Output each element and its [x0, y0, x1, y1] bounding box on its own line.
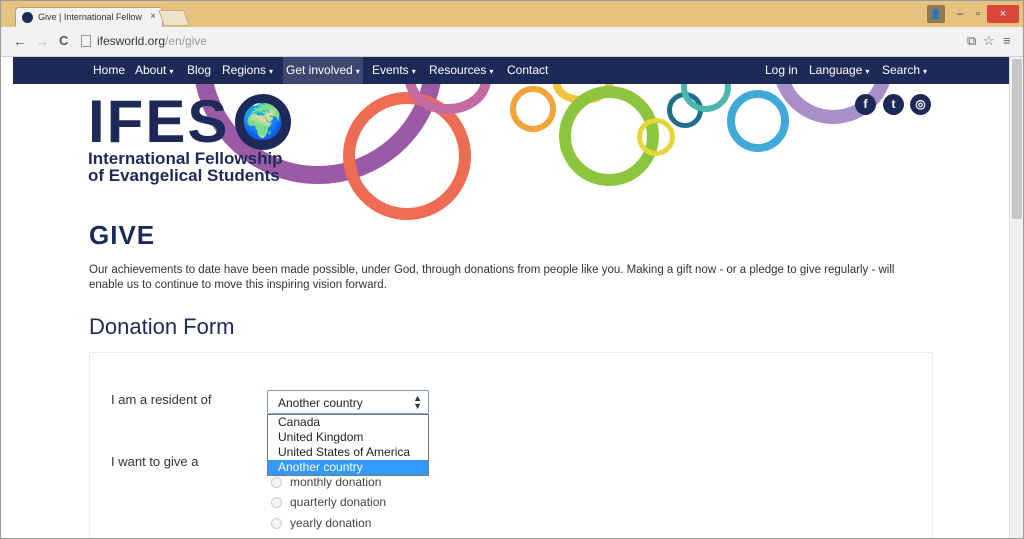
dropdown-option[interactable]: United States of America — [268, 445, 428, 460]
user-profile-icon[interactable]: 👤 — [927, 5, 945, 23]
page-scrollbar[interactable] — [1009, 57, 1023, 538]
close-window-button[interactable]: × — [987, 5, 1019, 23]
facebook-icon[interactable]: f — [855, 94, 876, 115]
reload-icon[interactable]: C — [59, 33, 68, 48]
dropdown-option[interactable]: United Kingdom — [268, 430, 428, 445]
radio-circle[interactable] — [271, 477, 282, 488]
maximize-button[interactable]: ▫ — [969, 5, 987, 23]
banner-ring — [510, 86, 556, 132]
select-arrows-icon: ▲ ▼ — [413, 393, 422, 411]
nav-regions[interactable]: Regions ▾ — [222, 57, 273, 84]
browser-toolbar: ← → C ifesworld.org/en/give ⧉ ☆ ≡ — [1, 27, 1023, 57]
nav-events[interactable]: Events ▾ — [372, 57, 416, 84]
url-host: ifesworld.org — [97, 34, 166, 48]
new-tab-button[interactable] — [158, 10, 190, 26]
back-icon[interactable]: ← — [13, 33, 27, 49]
nav-search[interactable]: Search ▾ — [882, 57, 927, 84]
radio-monthly[interactable]: monthly donation — [271, 475, 381, 489]
globe-logo-icon: 🌍 — [235, 94, 291, 150]
forward-icon[interactable]: → — [35, 33, 49, 49]
donation-form-card — [89, 352, 933, 538]
nav-login[interactable]: Log in — [765, 57, 798, 84]
nav-about[interactable]: About ▾ — [135, 57, 173, 84]
nav-resources[interactable]: Resources ▾ — [429, 57, 493, 84]
radio-quarterly[interactable]: quarterly donation — [271, 495, 386, 509]
ifes-logo[interactable]: IFES — [88, 92, 229, 152]
resident-label: I am a resident of — [111, 392, 212, 407]
browser-window: Give | International Fellow × 👤 – ▫ × ← … — [0, 0, 1024, 539]
page-content: IFES 🌍 International Fellowship of Evang… — [13, 84, 1009, 538]
minimize-button[interactable]: – — [951, 5, 969, 23]
page-title: GIVE — [89, 220, 156, 250]
banner-ring — [637, 118, 675, 156]
browser-tab[interactable]: Give | International Fellow × — [15, 7, 163, 27]
form-title: Donation Form — [89, 314, 235, 339]
banner-ring — [727, 90, 789, 152]
bookmark-star-icon[interactable]: ☆ — [983, 33, 995, 49]
resident-select-value: Another country — [278, 396, 363, 410]
favicon-icon — [22, 12, 33, 23]
site-navbar: Home About ▾ Blog Regions ▾ Get involved ▾ … — [13, 57, 1009, 84]
nav-get-involved[interactable]: Get involved ▾ — [283, 57, 363, 84]
tab-strip: Give | International Fellow × 👤 – ▫ × — [1, 1, 1023, 27]
twitter-icon[interactable]: t — [883, 94, 904, 115]
instagram-icon[interactable]: ◎ — [910, 94, 931, 115]
nav-blog[interactable]: Blog — [187, 57, 211, 84]
nav-language[interactable]: Language ▾ — [809, 57, 869, 84]
intro-text: Our achievements to date have been made … — [89, 264, 895, 291]
address-bar[interactable]: ifesworld.org/en/give — [81, 32, 961, 52]
tab-title: Give | International Fellow — [38, 12, 142, 22]
dropdown-option-selected[interactable]: Another country — [268, 460, 428, 475]
radio-yearly[interactable]: yearly donation — [271, 516, 371, 530]
resident-select[interactable]: Another country ▲ ▼ — [267, 390, 429, 414]
translate-icon[interactable]: ⧉ — [967, 33, 976, 49]
nav-contact[interactable]: Contact — [507, 57, 548, 84]
tab-close-icon[interactable]: × — [150, 11, 156, 22]
scrollbar-thumb[interactable] — [1012, 59, 1022, 219]
dropdown-option[interactable]: Canada — [268, 415, 428, 430]
resident-dropdown: Canada United Kingdom United States of A… — [267, 414, 429, 476]
menu-icon[interactable]: ≡ — [1003, 33, 1011, 48]
url-path: /en/give — [165, 34, 208, 48]
page-icon — [81, 35, 91, 47]
logo-tagline: International Fellowship of Evangelical … — [88, 149, 283, 185]
radio-circle[interactable] — [271, 497, 282, 508]
nav-home[interactable]: Home — [93, 57, 125, 84]
give-label: I want to give a — [111, 454, 199, 469]
radio-circle[interactable] — [271, 518, 282, 529]
